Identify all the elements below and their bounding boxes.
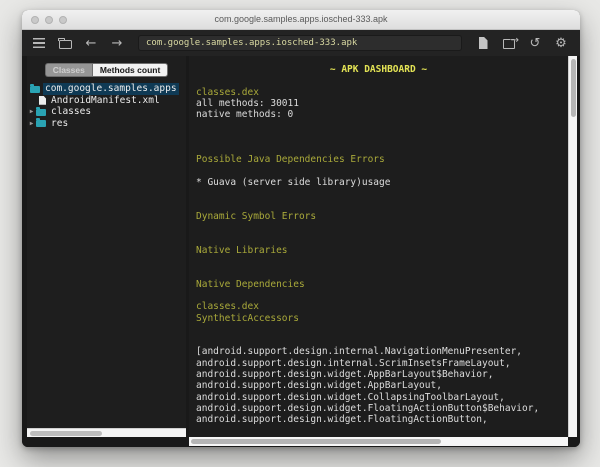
expander-icon[interactable]: ▶ [27,106,36,117]
view-tabs: Classes Methods count [27,63,186,77]
left-panel-hscrollbar[interactable] [27,428,186,437]
dashboard-line [189,222,568,233]
dashboard-line: Possible Java Dependencies Errors [196,154,385,166]
tree-item-label[interactable]: com.google.samples.apps [43,83,179,95]
back-arrow-icon[interactable]: ← [84,36,98,50]
left-panel-hscrollbar-thumb[interactable] [30,430,102,436]
apk-path-field[interactable]: com.google.samples.apps.iosched-333.apk [138,35,462,51]
dashboard-line: * Guava (server side library)usage [196,176,391,188]
dashboard-line [189,324,568,335]
forward-arrow-icon[interactable]: → [110,36,124,50]
dashboard-line [189,120,568,131]
dashboard-line: Dynamic Symbol Errors [196,210,317,222]
dashboard-line: android.support.design.widget.FloatingAc… [196,402,540,414]
left-panel: Classes Methods count com.google.samples… [27,56,186,437]
dashboard-line: native methods: 0 [196,109,294,121]
file-icon [39,95,46,105]
dashboard-line: android.support.design.widget.Collapsing… [196,391,505,403]
dashboard-line [189,166,568,177]
dashboard-line [189,188,568,199]
dashboard-line [189,267,568,278]
desktop: com.google.samples.apps.iosched-333.apk … [0,0,600,467]
dashboard-vscrollbar[interactable] [568,56,577,437]
dashboard-hscrollbar-thumb[interactable] [191,438,442,444]
dashboard-line: classes.dex [196,301,259,313]
app-window: com.google.samples.apps.iosched-333.apk … [22,10,580,447]
tree-item-label[interactable]: AndroidManifest.xml [49,95,162,107]
dashboard-line [189,143,568,154]
export-icon[interactable] [502,36,519,50]
folder-icon [36,118,46,128]
folder-outline-icon [58,37,72,49]
history-icon[interactable]: ↺ [528,36,542,50]
tree-item-androidmanifest-xml[interactable]: AndroidManifest.xml [27,95,186,107]
hamburger-icon [33,38,45,48]
gear-icon[interactable]: ⚙ [554,36,568,50]
folder-icon [36,106,46,116]
dashboard-line [189,290,568,301]
dashboard-line: [android.support.design.internal.Navigat… [196,346,523,358]
titlebar: com.google.samples.apps.iosched-333.apk [22,10,580,30]
tree-item-classes[interactable]: ▶ classes [27,106,186,118]
dashboard-line: Native Libraries [196,244,288,256]
dashboard-line [189,335,568,346]
tab-methods-count[interactable]: Methods count [91,63,169,77]
tab-classes[interactable]: Classes [44,63,92,77]
dashboard-line [189,132,568,143]
tree-item-label[interactable]: res [49,118,70,130]
tree-item-label[interactable]: classes [49,106,93,118]
dashboard-line: Native Dependencies [196,278,305,290]
toolbar: ← → com.google.samples.apps.iosched-333.… [22,30,580,56]
dashboard-hscrollbar[interactable] [189,437,568,446]
menu-icon[interactable] [32,36,46,50]
document-icon[interactable] [476,36,490,50]
dashboard-line: all methods: 30011 [196,97,299,109]
export-glyph [503,36,519,49]
tree-item-res[interactable]: ▶ res [27,118,186,130]
document-glyph [478,37,488,49]
tree-item-com-google-samples-apps[interactable]: com.google.samples.apps [27,83,186,95]
dashboard-line: android.support.design.widget.AppBarLayo… [196,380,442,392]
dashboard-line: SyntheticAccessors [196,312,299,324]
dashboard-line: ~ APK DASHBOARD ~ [329,64,428,75]
content-area: Classes Methods count com.google.samples… [22,56,580,447]
open-folder-icon[interactable] [58,36,72,50]
dashboard-line [189,200,568,211]
dashboard-line: classes.dex [196,86,259,98]
window-title: com.google.samples.apps.iosched-333.apk [214,14,388,24]
expander-icon[interactable]: ▶ [27,118,36,129]
dashboard-line: android.support.design.widget.FloatingAc… [196,414,488,426]
dashboard-line [189,75,568,86]
folder-icon [30,83,40,93]
dashboard-output: ~ APK DASHBOARD ~ classes.dex all methods:… [189,64,568,426]
dashboard-line: android.support.design.internal.ScrimIns… [196,357,511,369]
dashboard-line [189,233,568,244]
dashboard-line: android.support.design.widget.AppBarLayo… [196,369,494,381]
dashboard-vscrollbar-thumb[interactable] [570,59,576,117]
dashboard-line [189,256,568,267]
dashboard-panel: ~ APK DASHBOARD ~ classes.dex all methods:… [189,56,568,437]
file-tree: com.google.samples.apps AndroidManifest.x… [27,83,186,129]
